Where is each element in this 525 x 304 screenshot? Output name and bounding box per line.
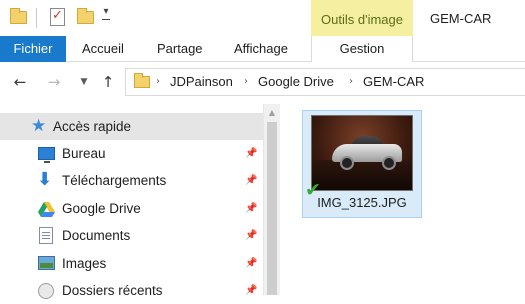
tab-share[interactable]: Partage xyxy=(157,36,203,62)
sidebar-item-label: Dossiers récents xyxy=(62,283,163,298)
sidebar-item-label: Documents xyxy=(62,228,131,243)
sidebar-item-label: Google Drive xyxy=(62,201,141,216)
forward-arrow-icon[interactable]: → xyxy=(44,72,64,92)
file-list-pane: ✔ IMG_3125.JPG xyxy=(280,104,525,295)
sidebar-item-label: Images xyxy=(62,256,107,271)
toolbar-separator xyxy=(36,8,37,28)
pin-icon[interactable]: 📌 xyxy=(245,258,257,269)
sidebar-item-label: Bureau xyxy=(62,146,106,161)
scrollbar-thumb[interactable] xyxy=(267,122,277,295)
tab-manage[interactable]: Gestion xyxy=(311,36,413,63)
breadcrumb-separator[interactable]: › xyxy=(244,69,248,95)
desktop-icon xyxy=(38,147,55,163)
sidebar-item-google-drive[interactable]: Google Drive 📌 xyxy=(0,195,263,222)
ribbon-tabs: Fichier Accueil Partage Affichage Gestio… xyxy=(0,36,525,63)
tab-file[interactable]: Fichier xyxy=(0,36,66,62)
images-icon xyxy=(38,256,55,270)
google-drive-icon xyxy=(38,202,55,217)
file-item[interactable]: ✔ IMG_3125.JPG xyxy=(302,110,422,218)
sidebar-item-downloads[interactable]: ⬇ Téléchargements 📌 xyxy=(0,167,263,194)
pin-icon[interactable]: 📌 xyxy=(245,230,257,241)
navigation-pane: ★ Accès rapide Bureau 📌 ⬇ Téléchargement… xyxy=(0,104,263,299)
address-bar[interactable]: › JDPainson › Google Drive › GEM-CAR xyxy=(125,68,525,96)
customize-toolbar-dropdown-icon[interactable]: ▾ xyxy=(100,7,112,20)
sidebar-item-quick-access[interactable]: ★ Accès rapide xyxy=(0,113,263,140)
recent-locations-chevron-icon[interactable]: ▼ xyxy=(78,72,90,92)
tab-view[interactable]: Affichage xyxy=(234,36,288,62)
window-title: GEM-CAR xyxy=(430,11,492,26)
sidebar-item-documents[interactable]: Documents 📌 xyxy=(0,222,263,249)
context-tab-group-header: Outils d'image xyxy=(311,0,413,36)
back-arrow-icon[interactable]: ← xyxy=(10,72,30,92)
title-bar: ▾ Outils d'image GEM-CAR xyxy=(0,0,525,36)
star-icon: ★ xyxy=(31,116,47,136)
folder-icon[interactable] xyxy=(10,8,27,24)
sidebar-item-images[interactable]: Images 📌 xyxy=(0,250,263,277)
image-thumbnail xyxy=(311,115,413,191)
recent-folders-icon xyxy=(38,283,54,299)
pin-icon[interactable]: 📌 xyxy=(245,148,257,159)
navigation-pane-scrollbar[interactable]: ▲ xyxy=(263,104,280,295)
breadcrumb-separator[interactable]: › xyxy=(156,69,160,95)
breadcrumb-separator[interactable]: › xyxy=(349,69,353,95)
sidebar-item-desktop[interactable]: Bureau 📌 xyxy=(0,140,263,167)
pin-icon[interactable]: 📌 xyxy=(245,285,257,296)
address-folder-icon xyxy=(134,73,150,88)
up-arrow-icon[interactable]: ↑ xyxy=(98,72,118,92)
sidebar-item-label: Accès rapide xyxy=(53,119,132,134)
tab-home[interactable]: Accueil xyxy=(82,36,124,62)
breadcrumb-google-drive[interactable]: Google Drive xyxy=(258,69,334,95)
sidebar-item-recent-folders[interactable]: Dossiers récents 📌 xyxy=(0,277,263,304)
file-name: IMG_3125.JPG xyxy=(317,195,407,210)
new-folder-icon[interactable] xyxy=(77,8,94,24)
navigation-bar: ← → ▼ ↑ › JDPainson › Google Drive › GEM… xyxy=(0,62,525,104)
pin-icon[interactable]: 📌 xyxy=(245,175,257,186)
scroll-up-arrow-icon[interactable]: ▲ xyxy=(264,108,280,117)
pin-icon[interactable]: 📌 xyxy=(245,203,257,214)
breadcrumb-jdpainson[interactable]: JDPainson xyxy=(170,69,233,95)
properties-icon[interactable] xyxy=(50,8,65,26)
breadcrumb-gem-car[interactable]: GEM-CAR xyxy=(363,69,424,95)
documents-icon xyxy=(39,227,53,244)
download-icon: ⬇ xyxy=(37,169,53,190)
sidebar-item-label: Téléchargements xyxy=(62,173,167,188)
